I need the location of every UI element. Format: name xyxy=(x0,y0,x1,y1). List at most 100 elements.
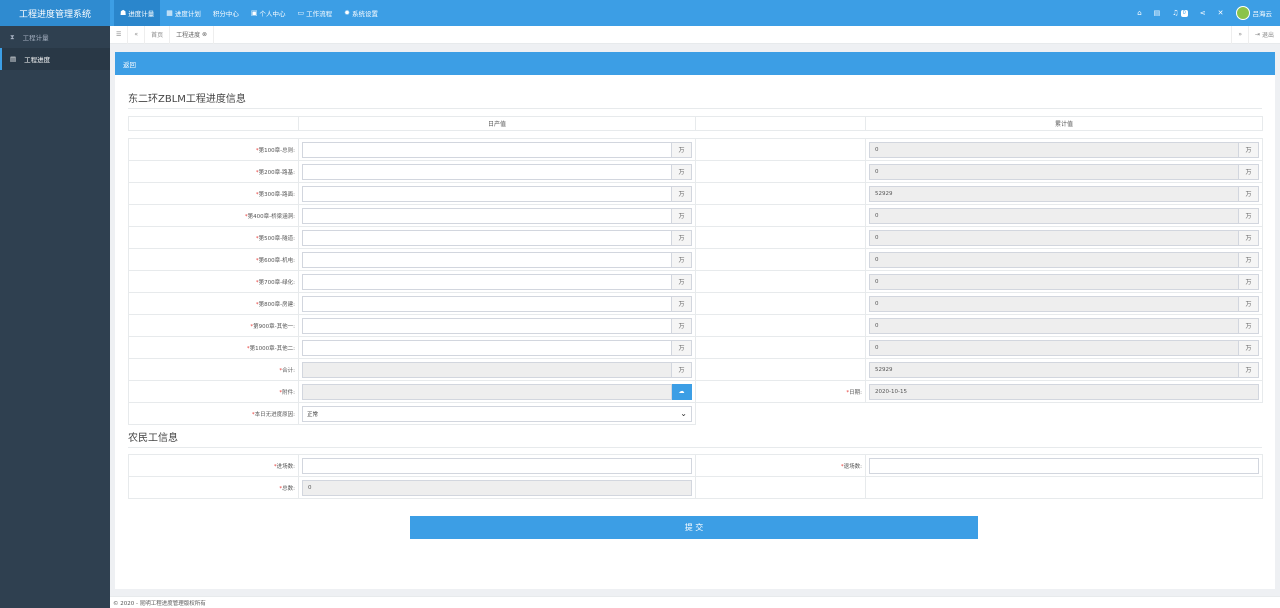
nav-system-settings[interactable]: ✹ 系统设置 xyxy=(338,0,384,26)
field-label: *进场数: xyxy=(128,454,299,477)
back-link[interactable]: 返回 xyxy=(123,59,136,69)
close-icon[interactable]: ✕ xyxy=(1218,9,1224,17)
nav-label: 进度计量 xyxy=(128,10,155,18)
home-icon[interactable]: ⌂ xyxy=(1137,9,1141,17)
user-menu[interactable]: 吕海云 xyxy=(1235,6,1273,20)
tab-close-icon[interactable]: ⊗ xyxy=(200,31,207,38)
unit-addon: 万 xyxy=(1239,207,1259,224)
daily-input[interactable] xyxy=(302,163,672,180)
unit-addon: 万 xyxy=(1239,185,1259,202)
daily-input[interactable] xyxy=(302,207,672,224)
date-field[interactable]: 2020-10-15 xyxy=(869,383,1259,400)
daily-input[interactable] xyxy=(302,185,672,202)
unit-addon: 万 xyxy=(672,251,692,268)
total-field: 0 xyxy=(869,295,1239,312)
field-label: *本日无进度原因: xyxy=(128,402,299,425)
exit-count-input[interactable] xyxy=(869,457,1259,474)
total-field: 0 xyxy=(869,163,1239,180)
progress-section-title: 东二环ZBLM工程进度信息 xyxy=(128,90,1262,109)
daily-input[interactable] xyxy=(302,251,672,268)
sidebar: ⧗ 工程计量 ▤ 工程进度 xyxy=(0,26,110,608)
progress-row: *第300章-路面: 万 52929 万 xyxy=(128,182,1263,205)
nav-label: 积分中心 xyxy=(212,10,239,18)
status-select-value: 正常 xyxy=(307,411,319,418)
tab-progress[interactable]: 工程进度 ⊗ xyxy=(170,25,215,44)
tab-home[interactable]: 首页 xyxy=(145,25,171,44)
daily-input[interactable] xyxy=(302,273,672,290)
monitor-icon: ▭ xyxy=(297,9,305,17)
hourglass-icon: ⧗ xyxy=(10,32,15,41)
total-field: 0 xyxy=(869,207,1239,224)
submit-button[interactable]: 提 交 xyxy=(410,516,978,539)
nav-progress-measure[interactable]: ☗ 进度计量 xyxy=(114,0,161,26)
daily-input[interactable] xyxy=(302,361,672,378)
unit-addon: 万 xyxy=(1239,339,1259,356)
unit-addon: 万 xyxy=(672,273,692,290)
unit-addon: 万 xyxy=(1239,273,1259,290)
notification-badge: 0 xyxy=(1180,9,1188,17)
unit-addon: 万 xyxy=(1239,141,1259,158)
unit-addon: 万 xyxy=(672,207,692,224)
grid-icon: ▦ xyxy=(166,9,173,17)
nav-label: 进度计划 xyxy=(174,10,201,18)
unit-addon: 万 xyxy=(672,295,692,312)
progress-table: 日产值 累计值 xyxy=(128,116,1263,131)
nav-label: 个人中心 xyxy=(259,10,286,18)
total-field: 0 xyxy=(869,229,1239,246)
workers-section-title: 农民工信息 xyxy=(128,429,1262,448)
enter-count-input[interactable] xyxy=(302,457,692,474)
field-label: *第700章-绿化: xyxy=(128,270,299,293)
field-label: *第800章-房建: xyxy=(128,292,299,315)
progress-row: *第700章-绿化: 万 0 万 xyxy=(128,270,1263,293)
progress-row: *合计: 万 52929 万 xyxy=(128,358,1263,381)
daily-input[interactable] xyxy=(302,141,672,158)
nav-label: 系统设置 xyxy=(352,10,379,18)
scroll-left-icon[interactable]: « xyxy=(128,25,146,44)
progress-row: *第1000章-其他二: 万 0 万 xyxy=(128,336,1263,359)
nav-personal-center[interactable]: ▣ 个人中心 xyxy=(245,0,292,26)
field-label: *合计: xyxy=(128,358,299,381)
card-header: 返回 xyxy=(115,52,1275,75)
field-label: *退场数: xyxy=(695,454,866,477)
footer: © 2020 - 昆明工程进度管理版权所有 xyxy=(110,596,1280,608)
unit-addon: 万 xyxy=(1239,251,1259,268)
field-label: *日期: xyxy=(695,380,866,403)
nav-workflow[interactable]: ▭ 工作流程 xyxy=(292,0,339,26)
user-name: 吕海云 xyxy=(1252,10,1273,18)
avatar xyxy=(1235,6,1250,20)
upload-cloud-icon[interactable]: ☁ xyxy=(672,383,692,400)
logout-button[interactable]: ⇥ 退出 xyxy=(1248,25,1280,44)
id-card-icon: ▣ xyxy=(250,9,258,17)
total-field: 0 xyxy=(869,251,1239,268)
total-count-field[interactable]: 0 xyxy=(302,479,692,496)
menu-toggle-icon[interactable]: ☰ xyxy=(110,25,129,44)
daily-input[interactable] xyxy=(302,229,672,246)
progress-row: *第900章-其他一: 万 0 万 xyxy=(128,314,1263,337)
share-icon[interactable]: ⋖ xyxy=(1200,9,1206,17)
total-field: 0 xyxy=(869,141,1239,158)
daily-input[interactable] xyxy=(302,339,672,356)
attachment-field[interactable] xyxy=(302,383,672,400)
document-icon[interactable]: ▤ xyxy=(1154,9,1161,17)
progress-row: *第400章-桥梁涵洞: 万 0 万 xyxy=(128,204,1263,227)
column-header-daily: 日产值 xyxy=(298,116,696,131)
status-select[interactable]: 正常 ⌄ xyxy=(302,405,692,422)
total-field: 52929 xyxy=(869,361,1239,378)
progress-card: 返回 东二环ZBLM工程进度信息 日产值 累计值 *第100章-总则: 万 0 万 *第… xyxy=(115,52,1275,589)
top-right-tools: ⌂ ▤ ♫ 0 ⋖ ✕ 吕海云 xyxy=(1137,6,1280,20)
unit-addon: 万 xyxy=(672,163,692,180)
logout-icon: ⇥ xyxy=(1255,31,1262,38)
sidebar-item-progress[interactable]: ▤ 工程进度 xyxy=(0,48,110,70)
daily-input[interactable] xyxy=(302,317,672,334)
nav-points-center[interactable]: 积分中心 xyxy=(207,0,245,26)
sidebar-item-measure[interactable]: ⧗ 工程计量 xyxy=(0,26,110,48)
unit-addon: 万 xyxy=(672,339,692,356)
nav-progress-plan[interactable]: ▦ 进度计划 xyxy=(160,0,207,26)
total-field: 0 xyxy=(869,273,1239,290)
notification-button[interactable]: ♫ 0 xyxy=(1172,9,1188,17)
field-label: *第1000章-其他二: xyxy=(128,336,299,359)
total-field: 52929 xyxy=(869,185,1239,202)
app-title[interactable]: 工程进度管理系统 xyxy=(0,0,110,26)
scroll-right-icon[interactable]: » xyxy=(1231,25,1248,44)
daily-input[interactable] xyxy=(302,295,672,312)
